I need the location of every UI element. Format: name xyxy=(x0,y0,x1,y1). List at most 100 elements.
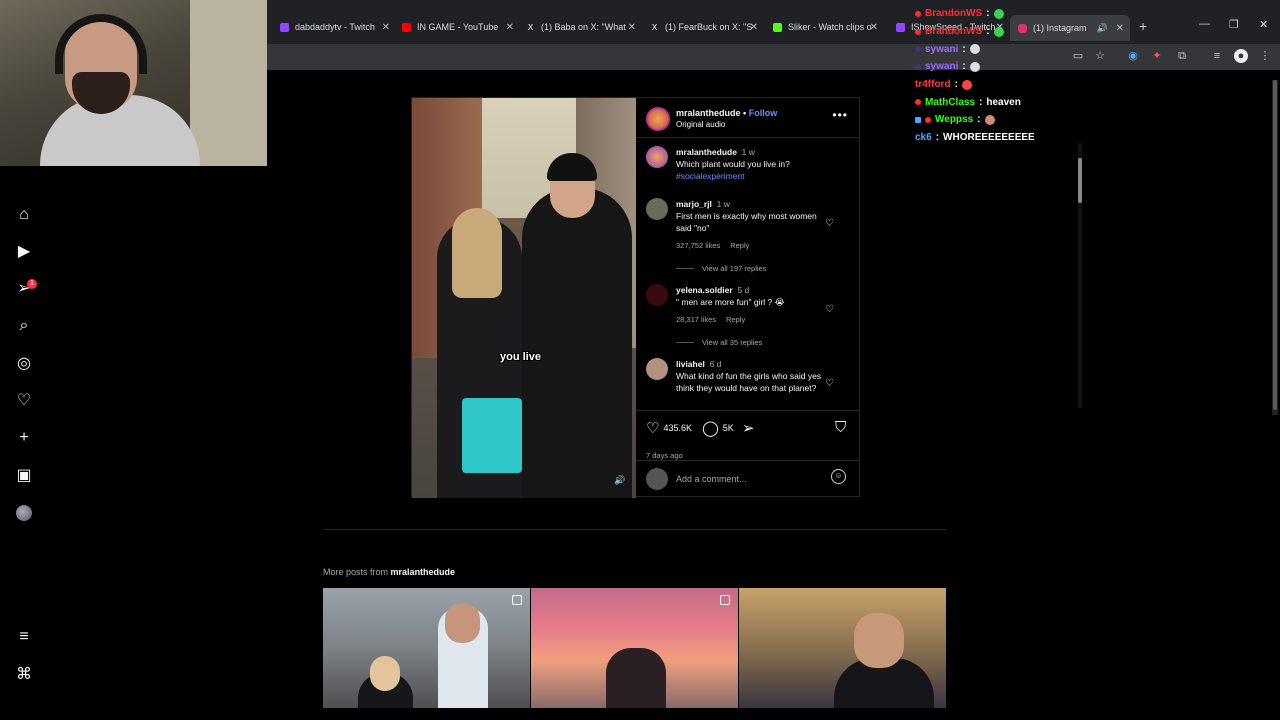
more-post-thumbnail[interactable] xyxy=(323,588,530,708)
chat-message: BrandonWS: xyxy=(915,23,1065,41)
search-icon[interactable]: ⌕ xyxy=(14,316,34,336)
commenter-avatar[interactable] xyxy=(646,284,668,306)
menu-kebab-icon[interactable]: ⋮ xyxy=(1258,49,1272,63)
add-comment-input[interactable] xyxy=(676,471,826,487)
threads-apps-icon[interactable]: ⌘ xyxy=(14,665,34,685)
badge-icon xyxy=(915,46,921,53)
close-tab-icon[interactable]: ✕ xyxy=(506,22,514,33)
emote-icon xyxy=(984,114,995,125)
twitch-icon xyxy=(896,22,905,32)
comments-scrollbar[interactable] xyxy=(1078,143,1082,408)
post-date: 7 days ago xyxy=(646,451,683,460)
maximize-icon[interactable]: ❐ xyxy=(1229,18,1239,31)
share-button[interactable]: ➢ xyxy=(742,419,759,437)
explore-icon[interactable]: ◎ xyxy=(14,354,34,374)
chat-message: sywani: xyxy=(915,58,1065,76)
comments-list: mralanthedude 1 w Which plant would you … xyxy=(636,146,854,408)
bookmark-star-icon[interactable]: ☆ xyxy=(1093,49,1107,63)
close-tab-icon[interactable]: ✕ xyxy=(1116,23,1124,34)
emote-icon xyxy=(969,44,980,55)
create-plus-icon[interactable]: + xyxy=(14,428,34,448)
comment-likes[interactable]: 327,752 likes xyxy=(676,241,720,250)
new-tab-button[interactable]: + xyxy=(1139,18,1147,34)
add-comment-bar: ☺ xyxy=(636,460,860,498)
hashtag-link[interactable]: #socialexperiment xyxy=(676,171,745,181)
like-button[interactable]: ♡ 435.6K xyxy=(646,419,692,437)
audio-toggle-icon[interactable]: 🔊 xyxy=(614,475,625,486)
reels-icon[interactable]: ▶ xyxy=(14,242,34,262)
comment-count: 5K xyxy=(722,423,734,433)
profile-avatar[interactable] xyxy=(16,505,32,521)
chat-message: ck6: WHOREEEEEEEEE xyxy=(915,132,1035,144)
close-window-icon[interactable]: ✕ xyxy=(1259,18,1268,31)
tab-x-fearbuck[interactable]: X (1) FearBuck on X: "S ✕ xyxy=(650,17,758,37)
carousel-icon xyxy=(720,595,730,605)
video-person-woman-head xyxy=(452,208,502,298)
cast-icon[interactable]: ▭ xyxy=(1071,49,1085,63)
chat-message: sywani: xyxy=(915,40,1065,58)
share-icon: ➢ xyxy=(742,420,755,437)
close-tab-icon[interactable]: ✕ xyxy=(750,22,758,33)
x-icon: X xyxy=(650,22,659,32)
extensions-puzzle-icon[interactable]: ⧉ xyxy=(1175,49,1189,63)
reply-button[interactable]: Reply xyxy=(726,315,745,324)
scrollbar-thumb[interactable] xyxy=(1078,158,1082,203)
comment-button[interactable]: ◯ 5K xyxy=(702,419,734,437)
commenter-avatar[interactable] xyxy=(646,358,668,380)
post-video[interactable]: you live 🔊 xyxy=(412,98,636,498)
emote-icon xyxy=(961,79,972,90)
like-comment-icon[interactable]: ♡ xyxy=(825,304,834,315)
page-scrollbar[interactable] xyxy=(1272,80,1278,415)
like-comment-icon[interactable]: ♡ xyxy=(825,218,834,229)
post-container: you live 🔊 mralanthedude • Follow Origin… xyxy=(411,97,1082,498)
author-avatar[interactable] xyxy=(646,107,670,131)
badge-icon xyxy=(915,116,921,123)
tab-youtube[interactable]: IN GAME - YouTube ✕ xyxy=(402,17,514,37)
comment-likes[interactable]: 28,317 likes xyxy=(676,315,716,324)
speaker-icon[interactable]: 🔊 xyxy=(1097,23,1108,34)
chat-message: tr4fford: xyxy=(915,76,1065,94)
badge-icon xyxy=(915,63,921,70)
author-avatar[interactable] xyxy=(646,146,668,168)
caption-text: mralanthedude 1 w Which plant would you … xyxy=(676,147,790,181)
author-username[interactable]: mralanthedude xyxy=(676,108,741,118)
save-button[interactable]: ⛉ xyxy=(835,419,850,436)
chat-message: Weppss: xyxy=(915,111,1065,129)
minimize-icon[interactable]: — xyxy=(1199,18,1210,30)
view-replies-button[interactable]: View all 35 replies xyxy=(676,338,762,347)
home-icon[interactable]: ⌂ xyxy=(14,205,34,225)
follow-button[interactable]: Follow xyxy=(749,108,778,118)
extension-audio-icon[interactable]: ◉ xyxy=(1126,49,1140,63)
heart-icon: ♡ xyxy=(646,420,660,437)
commenter-avatar[interactable] xyxy=(646,198,668,220)
bookmark-icon: ⛉ xyxy=(835,419,847,436)
like-count: 435.6K xyxy=(663,423,692,433)
dashboard-icon[interactable]: ▣ xyxy=(14,466,34,486)
video-person-man xyxy=(522,188,632,498)
tab-sliker[interactable]: Sliker - Watch clips o ✕ xyxy=(773,17,878,37)
more-menu-icon[interactable]: ≡ xyxy=(14,627,34,647)
view-replies-button[interactable]: View all 197 replies xyxy=(676,264,766,273)
media-queue-icon[interactable]: ≡ xyxy=(1210,49,1224,63)
x-icon: X xyxy=(526,22,535,32)
more-posts-username[interactable]: mralanthedude xyxy=(391,567,456,577)
post-actions: ♡ 435.6K ◯ 5K ➢ ⛉ 7 days ago xyxy=(636,410,860,460)
tab-twitch-dabdaddytv[interactable]: dabdaddytv - Twitch ✕ xyxy=(280,17,390,37)
page-scrollbar-thumb[interactable] xyxy=(1273,80,1277,410)
more-options-icon[interactable]: ••• xyxy=(832,108,848,122)
notifications-heart-icon[interactable]: ♡ xyxy=(14,391,34,411)
emoji-icon[interactable]: ☺ xyxy=(831,469,846,484)
extension-red-icon[interactable]: ✦ xyxy=(1150,49,1164,63)
tab-x-baba[interactable]: X (1) Baba on X: "What ✕ xyxy=(526,17,636,37)
more-post-thumbnail[interactable] xyxy=(531,588,738,708)
chat-message: BrandonWS: xyxy=(915,5,1065,23)
reply-button[interactable]: Reply xyxy=(730,241,749,250)
kick-icon xyxy=(773,22,782,32)
close-tab-icon[interactable]: ✕ xyxy=(382,22,390,33)
like-comment-icon[interactable]: ♡ xyxy=(825,378,834,389)
profile-avatar-icon[interactable]: ● xyxy=(1234,49,1248,63)
more-post-thumbnail[interactable] xyxy=(739,588,946,708)
close-tab-icon[interactable]: ✕ xyxy=(628,22,636,33)
close-tab-icon[interactable]: ✕ xyxy=(870,22,878,33)
original-audio-link[interactable]: Original audio xyxy=(676,120,725,129)
